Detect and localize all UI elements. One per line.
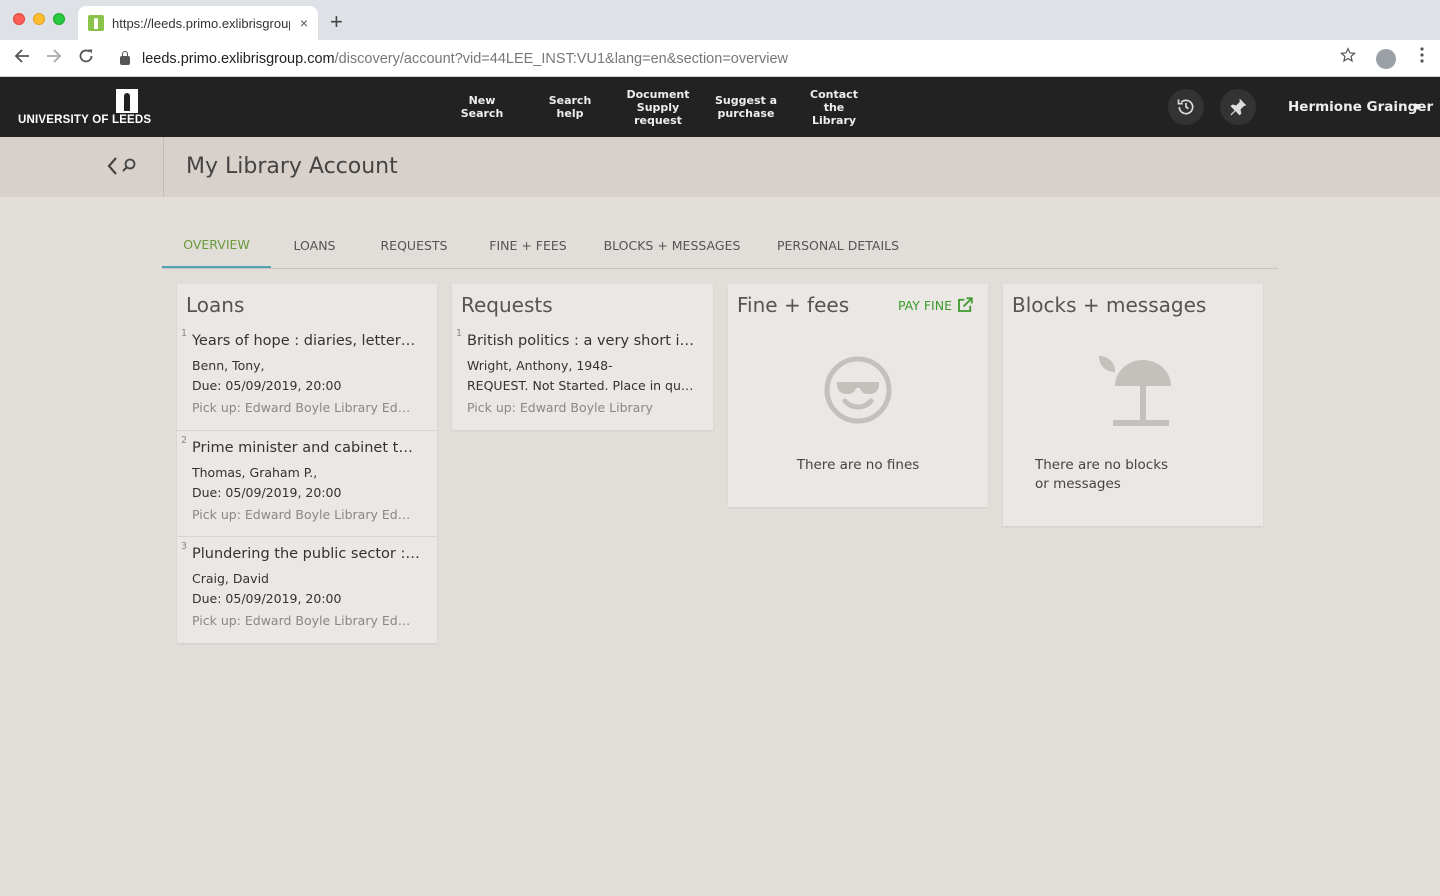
page-title: My Library Account [186,154,398,179]
pinned-items-button[interactable] [1220,89,1256,125]
requests-title[interactable]: Requests [461,293,553,317]
item-pickup: Pick up: Edward Boyle Library Edward Boy… [192,400,420,415]
tab-overview[interactable]: OVERVIEW [162,222,271,268]
list-item[interactable]: 3 Plundering the public sector : how New… [177,541,437,643]
lock-icon [120,51,130,65]
pin-icon [1230,98,1247,116]
external-link-icon [958,297,973,312]
nav-suggest-purchase[interactable]: Suggest a purchase [699,77,793,137]
tab-blocks-messages[interactable]: BLOCKS + MESSAGES [594,222,750,268]
close-window-button[interactable] [13,13,25,25]
blocks-card: Blocks + messages There are no blocks or… [1003,284,1263,526]
fines-title[interactable]: Fine + fees [737,293,849,317]
tab-close-icon[interactable]: × [300,15,308,31]
back-to-search-button[interactable] [0,137,164,197]
item-pickup: Pick up: Edward Boyle Library [467,400,653,415]
item-status: REQUEST. Not Started. Place in queue: 1 [467,378,695,393]
divider [177,536,437,537]
logo-text: UNIVERSITY OF LEEDS [18,114,152,126]
url-host: leeds.primo.exlibrisgroup.com [142,50,335,67]
nav-new-search[interactable]: New Search [441,77,523,137]
item-number: 1 [456,328,463,339]
pay-fine-link[interactable]: PAY FINE [898,296,974,314]
item-pickup: Pick up: Edward Boyle Library Edward Boy… [192,507,420,522]
maximize-window-button[interactable] [53,13,65,25]
beach-umbrella-icon [1099,356,1171,426]
list-item[interactable]: 1 British politics : a very short introd… [452,328,712,430]
browser-tab[interactable]: https://leeds.primo.exlibrisgroup.com × [78,6,318,40]
loans-title[interactable]: Loans [186,293,244,317]
browser-tab-bar: https://leeds.primo.exlibrisgroup.com × … [0,0,1440,40]
back-arrow-icon[interactable] [14,48,30,69]
item-pickup: Pick up: Edward Boyle Library Edward Boy… [192,613,420,628]
blocks-title[interactable]: Blocks + messages [1012,293,1206,317]
url-path: /discovery/account?vid=44LEE_INST:VU1&la… [334,50,788,67]
browser-menu-icon[interactable] [1420,47,1424,68]
item-number: 3 [181,541,188,552]
page-title-bar: My Library Account [0,137,1440,197]
fines-empty-text: There are no fines [796,457,920,473]
fines-card: Fine + fees PAY FINE There are no fines [728,284,988,507]
chevron-down-icon[interactable] [1412,104,1422,110]
bookmark-star-icon[interactable] [1340,47,1356,68]
item-title[interactable]: British politics : a very short introduc… [467,333,695,349]
main-nav: New Search Search help Document Supply r… [441,77,875,137]
university-logo[interactable]: UNIVERSITY OF LEEDS [18,89,151,129]
loans-card: Loans 1 Years of hope : diaries, letters… [177,284,437,643]
item-author: Thomas, Graham P., [192,465,318,480]
url-field[interactable]: leeds.primo.exlibrisgroup.com/discovery/… [108,44,1364,73]
item-number: 2 [181,435,188,446]
forward-arrow-icon[interactable] [46,48,62,69]
nav-contact-library[interactable]: Contact the Library [793,77,875,137]
divider [177,430,437,431]
list-item[interactable]: 1 Years of hope : diaries, letters and p… [177,328,437,430]
nav-search-help[interactable]: Search help [523,77,617,137]
item-title[interactable]: Plundering the public sector : how New L… [192,546,420,562]
item-title[interactable]: Prime minister and cabinet today [192,440,420,456]
tab-fine-fees[interactable]: FINE + FEES [478,222,578,268]
item-author: Benn, Tony, [192,358,265,373]
item-author: Craig, David [192,571,269,586]
browser-address-bar: leeds.primo.exlibrisgroup.com/discovery/… [0,40,1440,77]
nav-document-supply-request[interactable]: Document Supply request [617,77,699,137]
item-due: Due: 05/09/2019, 20:00 [192,591,342,606]
tab-title: https://leeds.primo.exlibrisgroup.com [112,15,290,31]
new-tab-button[interactable]: + [330,9,343,35]
sunglasses-face-icon [824,356,892,424]
item-number: 1 [181,328,188,339]
blocks-empty-text: There are no blocks or messages [1035,457,1169,492]
pay-fine-label: PAY FINE [897,297,952,313]
list-item[interactable]: 2 Prime minister and cabinet today Thoma… [177,435,437,537]
item-due: Due: 05/09/2019, 20:00 [192,485,342,500]
back-search-icon [107,157,136,175]
university-crest-icon [116,89,138,113]
minimize-window-button[interactable] [33,13,45,25]
app-header: UNIVERSITY OF LEEDS New Search Search he… [0,77,1440,137]
account-tabs: OVERVIEW LOANS REQUESTS FINE + FEES BLOC… [162,222,1278,269]
reload-icon[interactable] [78,48,94,69]
tab-requests[interactable]: REQUESTS [367,222,461,268]
history-icon [1177,99,1194,115]
item-author: Wright, Anthony, 1948- [467,358,613,373]
site-favicon-icon [88,15,104,31]
requests-card: Requests 1 British politics : a very sho… [452,284,713,430]
profile-avatar-icon[interactable] [1376,49,1396,69]
item-title[interactable]: Years of hope : diaries, letters and pap… [192,333,420,349]
item-due: Due: 05/09/2019, 20:00 [192,378,342,393]
tab-personal-details[interactable]: PERSONAL DETAILS [766,222,910,268]
search-history-button[interactable] [1168,89,1204,125]
tab-loans[interactable]: LOANS [277,222,352,268]
